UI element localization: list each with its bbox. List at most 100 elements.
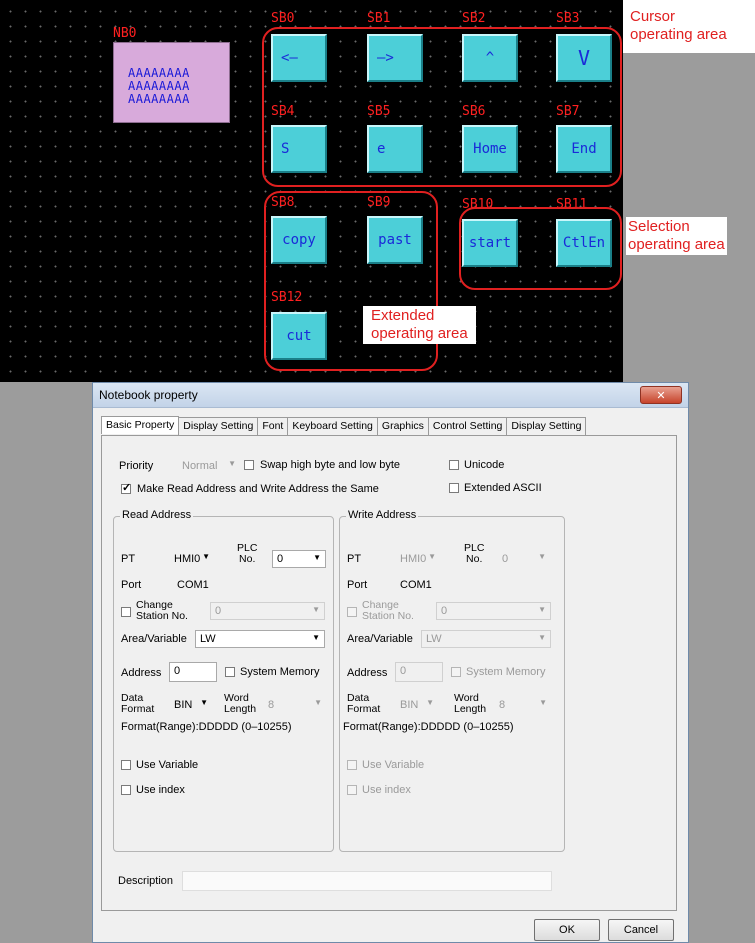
tab-basic-property[interactable]: Basic Property	[101, 416, 180, 434]
chevron-down-icon: ▼	[426, 698, 434, 707]
tab-display-setting[interactable]: Display Setting	[178, 417, 259, 435]
read-word-length-label: Word Length	[224, 693, 256, 715]
extended-ascii-checkbox[interactable]	[449, 483, 459, 493]
sb3-id-label: SB3	[556, 11, 580, 26]
read-station-select[interactable]: 0 ▼	[210, 602, 325, 620]
chevron-down-icon: ▼	[202, 552, 210, 561]
write-system-memory-label: System Memory	[466, 666, 546, 678]
chevron-down-icon: ▼	[200, 698, 208, 707]
read-use-index-checkbox[interactable]	[121, 785, 131, 795]
label-line: Length	[454, 703, 487, 715]
write-plc-value: 0	[502, 553, 509, 565]
write-data-format-select[interactable]: BIN ▼	[396, 696, 438, 714]
label-line: No.	[239, 553, 256, 565]
notebook-property-dialog: Notebook property ✕ Basic Property Displ…	[92, 382, 689, 943]
description-input[interactable]	[182, 871, 552, 891]
tab-font[interactable]: Font	[257, 417, 289, 435]
write-port-value: COM1	[400, 579, 432, 591]
write-use-variable-label: Use Variable	[362, 759, 425, 771]
read-address-input[interactable]: 0	[169, 662, 217, 682]
write-use-index-checkbox[interactable]	[347, 785, 357, 795]
read-address-group: Read Address PT HMI0 ▼ PLC No. 0 ▼ Port COM…	[113, 509, 334, 852]
description-label: Description	[118, 875, 174, 887]
write-pt-label: PT	[347, 553, 362, 565]
write-address-input[interactable]: 0	[395, 662, 443, 682]
read-pt-select[interactable]: HMI0 ▼	[170, 550, 214, 568]
read-plc-select[interactable]: 0 ▼	[272, 550, 326, 568]
write-area-value: LW	[426, 633, 442, 645]
cancel-button[interactable]: Cancel	[608, 919, 674, 941]
write-change-station-checkbox[interactable]	[347, 607, 357, 617]
read-change-station-checkbox[interactable]	[121, 607, 131, 617]
dialog-titlebar[interactable]: Notebook property	[93, 383, 688, 408]
write-data-format-value: BIN	[400, 699, 419, 711]
write-plc-label: PLC No.	[464, 543, 484, 565]
read-area-value: LW	[200, 633, 216, 645]
read-pt-label: PT	[121, 553, 136, 565]
write-use-variable-checkbox[interactable]	[347, 760, 357, 770]
read-word-length-value: 8	[268, 699, 275, 711]
unicode-checkbox[interactable]	[449, 460, 459, 470]
chevron-down-icon: ▼	[312, 633, 320, 642]
write-word-length-select[interactable]: 8 ▼	[495, 696, 551, 714]
write-system-memory-checkbox[interactable]	[451, 667, 461, 677]
sb2-id-label: SB2	[462, 11, 486, 26]
swap-bytes-checkbox[interactable]	[244, 460, 254, 470]
unicode-label: Unicode	[464, 459, 505, 471]
read-system-memory-checkbox[interactable]	[225, 667, 235, 677]
callout-line: operating area	[628, 236, 725, 253]
callout-line: operating area	[371, 325, 468, 342]
write-area-select[interactable]: LW ▼	[421, 630, 551, 648]
read-port-label: Port	[121, 579, 142, 591]
notebook-nb0[interactable]: AAAAAAAA AAAAAAAA AAAAAAAA	[113, 42, 230, 123]
priority-select[interactable]: Normal ▼	[178, 457, 240, 475]
extended-ascii-label: Extended ASCII	[464, 482, 542, 494]
write-change-station-label: Change Station No.	[362, 600, 414, 622]
tab-graphics[interactable]: Graphics	[376, 417, 429, 435]
chevron-down-icon: ▼	[538, 605, 546, 614]
write-station-value: 0	[441, 605, 448, 617]
write-word-length-label: Word Length	[454, 693, 486, 715]
notebook-id-label: NB0	[113, 26, 137, 41]
label-line: Station No.	[136, 610, 188, 622]
read-data-format-select[interactable]: BIN ▼	[170, 696, 212, 714]
selection-area-outline	[459, 207, 622, 290]
read-word-length-select[interactable]: 8 ▼	[264, 696, 326, 714]
tab-strip: Basic Property Display Setting Font Keyb…	[101, 416, 587, 435]
label-line: Format	[347, 703, 381, 715]
tab-display-setting-2[interactable]: Display Setting	[506, 417, 587, 435]
tab-control-setting[interactable]: Control Setting	[427, 417, 508, 435]
chevron-down-icon: ▼	[312, 605, 320, 614]
chevron-down-icon: ▼	[313, 553, 321, 562]
ok-button[interactable]: OK	[534, 919, 600, 941]
read-plc-label: PLC No.	[237, 543, 257, 565]
swap-bytes-label: Swap high byte and low byte	[260, 459, 401, 471]
extended-area-callout: Extended operating area	[363, 306, 476, 344]
write-plc-select[interactable]: 0 ▼	[498, 550, 550, 568]
chevron-down-icon: ▼	[314, 698, 322, 707]
callout-line: Selection	[628, 218, 690, 235]
priority-label: Priority	[119, 460, 154, 472]
write-area-label: Area/Variable	[347, 633, 413, 645]
hmi-canvas: NB0 AAAAAAAA AAAAAAAA AAAAAAAA SB0 <— SB…	[0, 0, 623, 382]
read-use-index-label: Use index	[136, 784, 185, 796]
read-plc-value: 0	[277, 553, 284, 565]
write-word-length-value: 8	[499, 699, 506, 711]
background-strip	[0, 382, 92, 943]
read-pt-value: HMI0	[174, 553, 201, 565]
write-station-select[interactable]: 0 ▼	[436, 602, 551, 620]
read-use-variable-label: Use Variable	[136, 759, 199, 771]
write-format-range: Format(Range):DDDDD (0–10255)	[343, 721, 514, 733]
write-pt-value: HMI0	[400, 553, 427, 565]
read-address-label: Address	[121, 667, 162, 679]
same-address-checkbox[interactable]	[121, 481, 131, 494]
chevron-down-icon: ▼	[428, 552, 436, 561]
read-use-variable-checkbox[interactable]	[121, 760, 131, 770]
read-area-select[interactable]: LW ▼	[195, 630, 325, 648]
write-pt-select[interactable]: HMI0 ▼	[396, 550, 440, 568]
dialog-title: Notebook property	[99, 388, 198, 402]
selection-area-callout: Selection operating area	[626, 217, 727, 255]
close-button[interactable]: ✕	[640, 386, 682, 404]
tab-keyboard-setting[interactable]: Keyboard Setting	[287, 417, 378, 435]
chevron-down-icon: ▼	[539, 698, 547, 707]
